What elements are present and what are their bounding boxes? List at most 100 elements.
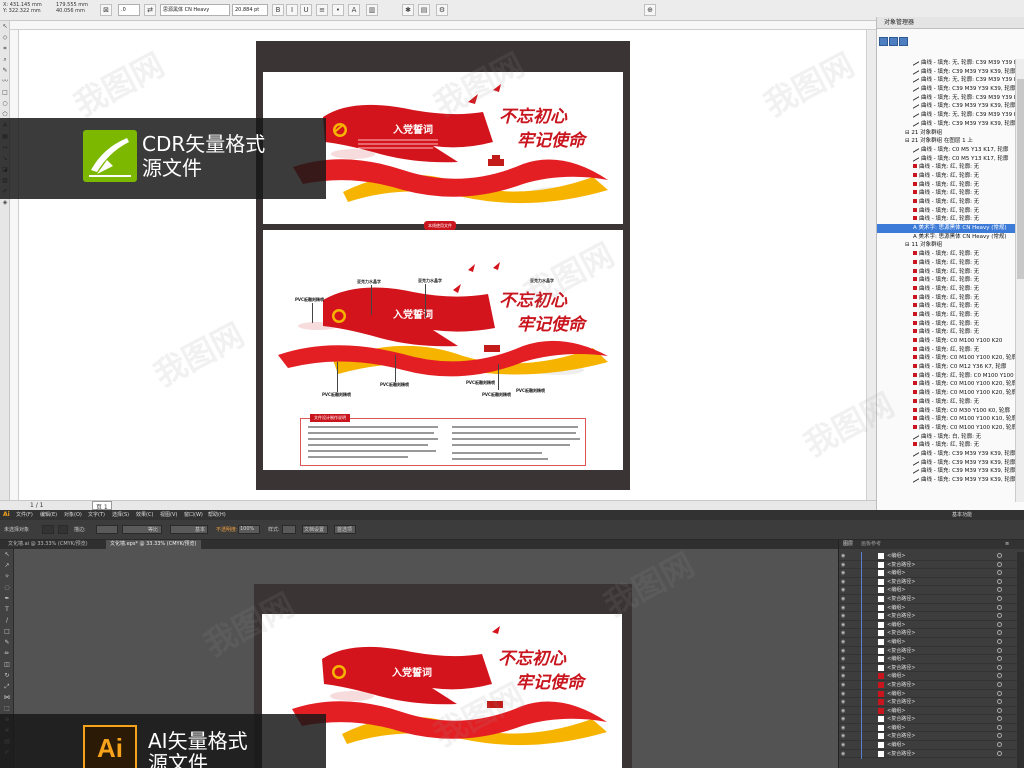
- object-row[interactable]: 曲线 - 填充: 红, 轮廓: 无: [877, 163, 1024, 172]
- freehand-tool-icon[interactable]: ✎: [0, 65, 10, 76]
- target-circle-icon[interactable]: [997, 742, 1002, 748]
- visibility-eye-icon[interactable]: ◉: [841, 629, 847, 637]
- object-row[interactable]: 曲线 - 填充: 红, 轮廓: 无: [877, 259, 1024, 268]
- target-circle-icon[interactable]: [997, 604, 1002, 610]
- bullet-icon[interactable]: •: [332, 4, 344, 16]
- menu-item[interactable]: 编辑(E): [40, 510, 57, 520]
- visibility-eye-icon[interactable]: ◉: [841, 612, 847, 620]
- layer-row[interactable]: ◉ <复合路径>: [839, 715, 1017, 725]
- target-icon[interactable]: ⊕: [644, 4, 656, 16]
- object-row[interactable]: A 美术字: 思源黑体 CN Heavy (常规): [877, 224, 1024, 233]
- visibility-eye-icon[interactable]: ◉: [841, 750, 847, 758]
- object-row[interactable]: 曲线 - 填充: 红, 轮廓: 无: [877, 311, 1024, 320]
- visibility-eye-icon[interactable]: ◉: [841, 604, 847, 612]
- layer-row[interactable]: ◉ <编组>: [839, 637, 1017, 647]
- object-row[interactable]: 曲线 - 填充: 红, 轮廓: 无: [877, 250, 1024, 259]
- layer-row[interactable]: ◉ <复合路径>: [839, 646, 1017, 656]
- width-tool-icon[interactable]: ⋈: [0, 692, 14, 703]
- scroll-thumb[interactable]: [1017, 79, 1024, 279]
- rectangle-tool-icon[interactable]: □: [0, 87, 10, 98]
- visibility-eye-icon[interactable]: ◉: [841, 552, 847, 560]
- target-circle-icon[interactable]: [997, 664, 1002, 670]
- height-field[interactable]: 40.056 mm: [56, 8, 88, 14]
- layer-row[interactable]: ◉ <编组>: [839, 569, 1017, 579]
- visibility-eye-icon[interactable]: ◉: [841, 732, 847, 740]
- visibility-eye-icon[interactable]: ◉: [841, 655, 847, 663]
- target-circle-icon[interactable]: [997, 699, 1002, 705]
- visibility-eye-icon[interactable]: ◉: [841, 672, 847, 680]
- layer-row[interactable]: ◉ <复合路径>: [839, 732, 1017, 742]
- artboards-tab[interactable]: 画板参考: [861, 540, 881, 549]
- object-row[interactable]: 曲线 - 填充: 无, 轮廓: C39 M39 Y39 K39: [877, 59, 1024, 68]
- pencil-tool-icon[interactable]: ✏: [0, 648, 14, 659]
- target-circle-icon[interactable]: [997, 647, 1002, 653]
- layer-row[interactable]: ◉ <复合路径>: [839, 629, 1017, 639]
- object-row[interactable]: 曲线 - 填充: C0 M100 Y100 K20: [877, 337, 1024, 346]
- object-row[interactable]: 曲线 - 填充: C0 M5 Y13 K17, 轮廓: [877, 154, 1024, 164]
- object-row[interactable]: 曲线 - 填充: 红, 轮廓: 无: [877, 207, 1024, 216]
- target-circle-icon[interactable]: [997, 690, 1002, 696]
- eraser-tool-icon[interactable]: ◫: [0, 659, 14, 670]
- object-row[interactable]: 曲线 - 填充: C39 M39 Y39 K39, 轮廓: [877, 119, 1024, 129]
- menu-item[interactable]: 文字(T): [88, 510, 105, 520]
- object-row[interactable]: 曲线 - 填充: 红, 轮廓: 无: [877, 294, 1024, 303]
- object-row[interactable]: 曲线 - 填充: 无, 轮廓: C39 M39 Y39 K39: [877, 111, 1024, 120]
- angle-field[interactable]: .0: [118, 4, 140, 16]
- italic-icon[interactable]: I: [286, 4, 298, 16]
- crop-tool-icon[interactable]: ⌗: [0, 43, 10, 54]
- paintbrush-tool-icon[interactable]: ✎: [0, 637, 14, 648]
- object-row[interactable]: 曲线 - 填充: 红, 轮廓: 无: [877, 276, 1024, 285]
- object-row[interactable]: 曲线 - 填充: 无, 轮廓: C39 M39 Y39 K39: [877, 76, 1024, 85]
- object-row[interactable]: 曲线 - 填充: 红, 轮廓: 无: [877, 441, 1024, 450]
- fill-swatch[interactable]: [42, 525, 54, 534]
- object-row[interactable]: 曲线 - 填充: C0 M100 Y100 K20, 轮廓: [877, 389, 1024, 398]
- visibility-eye-icon[interactable]: ◉: [841, 690, 847, 698]
- stroke-swatch[interactable]: [58, 525, 68, 534]
- visibility-eye-icon[interactable]: ◉: [841, 647, 847, 655]
- target-circle-icon[interactable]: [997, 587, 1002, 593]
- show-properties-icon[interactable]: [899, 37, 908, 46]
- visibility-eye-icon[interactable]: ◉: [841, 561, 847, 569]
- target-circle-icon[interactable]: [997, 656, 1002, 662]
- workspace-switcher[interactable]: 基本功能: [952, 510, 972, 520]
- layers-tab[interactable]: 图层: [843, 540, 853, 549]
- layer-row[interactable]: ◉ <复合路径>: [839, 577, 1017, 587]
- menu-item[interactable]: 帮助(H): [208, 510, 226, 520]
- object-row[interactable]: 曲线 - 填充: 红, 轮廓: 无: [877, 302, 1024, 311]
- layers-scrollbar[interactable]: [1017, 552, 1024, 768]
- page-tab[interactable]: 页 1: [92, 501, 112, 511]
- visibility-eye-icon[interactable]: ◉: [841, 638, 847, 646]
- type-tool-icon[interactable]: T: [0, 604, 14, 615]
- object-row[interactable]: 曲线 - 填充: C39 M39 Y39 K39, 轮廓: [877, 67, 1024, 77]
- object-row[interactable]: 曲线 - 填充: 红, 轮廓: 无: [877, 215, 1024, 224]
- layer-row[interactable]: ◉ <复合路径>: [839, 749, 1017, 759]
- target-circle-icon[interactable]: [997, 561, 1002, 567]
- lasso-tool-icon[interactable]: ◌: [0, 582, 14, 593]
- object-row[interactable]: 曲线 - 填充: C39 M39 Y39 K39, 轮廓: [877, 85, 1024, 94]
- object-row[interactable]: 曲线 - 填充: C39 M39 Y39 K39, 轮廓: [877, 476, 1024, 485]
- object-tree-scrollbar[interactable]: [1015, 59, 1024, 502]
- layer-row[interactable]: ◉ <编组>: [839, 723, 1017, 733]
- object-group-row[interactable]: ⊟ 21 对象群组 在图层 1 上: [877, 137, 1024, 146]
- line-tool-icon[interactable]: /: [0, 615, 14, 626]
- object-row[interactable]: 曲线 - 填充: C0 M100 Y100 K20, 轮廓: [877, 424, 1024, 433]
- object-row[interactable]: 曲线 - 填充: C39 M39 Y39 K39, 轮廓: [877, 458, 1024, 468]
- ellipse-tool-icon[interactable]: ○: [0, 98, 10, 109]
- object-row[interactable]: 曲线 - 填充: 红, 轮廓: 无: [877, 172, 1024, 181]
- canvas-scrollbar[interactable]: [866, 30, 876, 500]
- layer-row[interactable]: ◉ <编组>: [839, 655, 1017, 665]
- vertical-text-icon[interactable]: ▥: [366, 4, 378, 16]
- object-row[interactable]: 曲线 - 填充: C0 M100 Y100 K20, 轮廓: [877, 380, 1024, 389]
- visibility-eye-icon[interactable]: ◉: [841, 578, 847, 586]
- visibility-eye-icon[interactable]: ◉: [841, 621, 847, 629]
- layer-row[interactable]: ◉ <复合路径>: [839, 698, 1017, 708]
- document-tab[interactable]: 文化墙.ai @ 33.33% (CMYK/预览): [4, 540, 92, 549]
- mirror-icon[interactable]: ⇄: [144, 4, 156, 16]
- layer-row[interactable]: ◉ <编组>: [839, 672, 1017, 682]
- stroke-weight-field[interactable]: [96, 525, 118, 534]
- selection-tool-icon[interactable]: ↖: [0, 549, 14, 560]
- visibility-eye-icon[interactable]: ◉: [841, 707, 847, 715]
- target-circle-icon[interactable]: [997, 707, 1002, 713]
- menu-item[interactable]: 效果(C): [136, 510, 153, 520]
- launch-icon[interactable]: ▤: [418, 4, 430, 16]
